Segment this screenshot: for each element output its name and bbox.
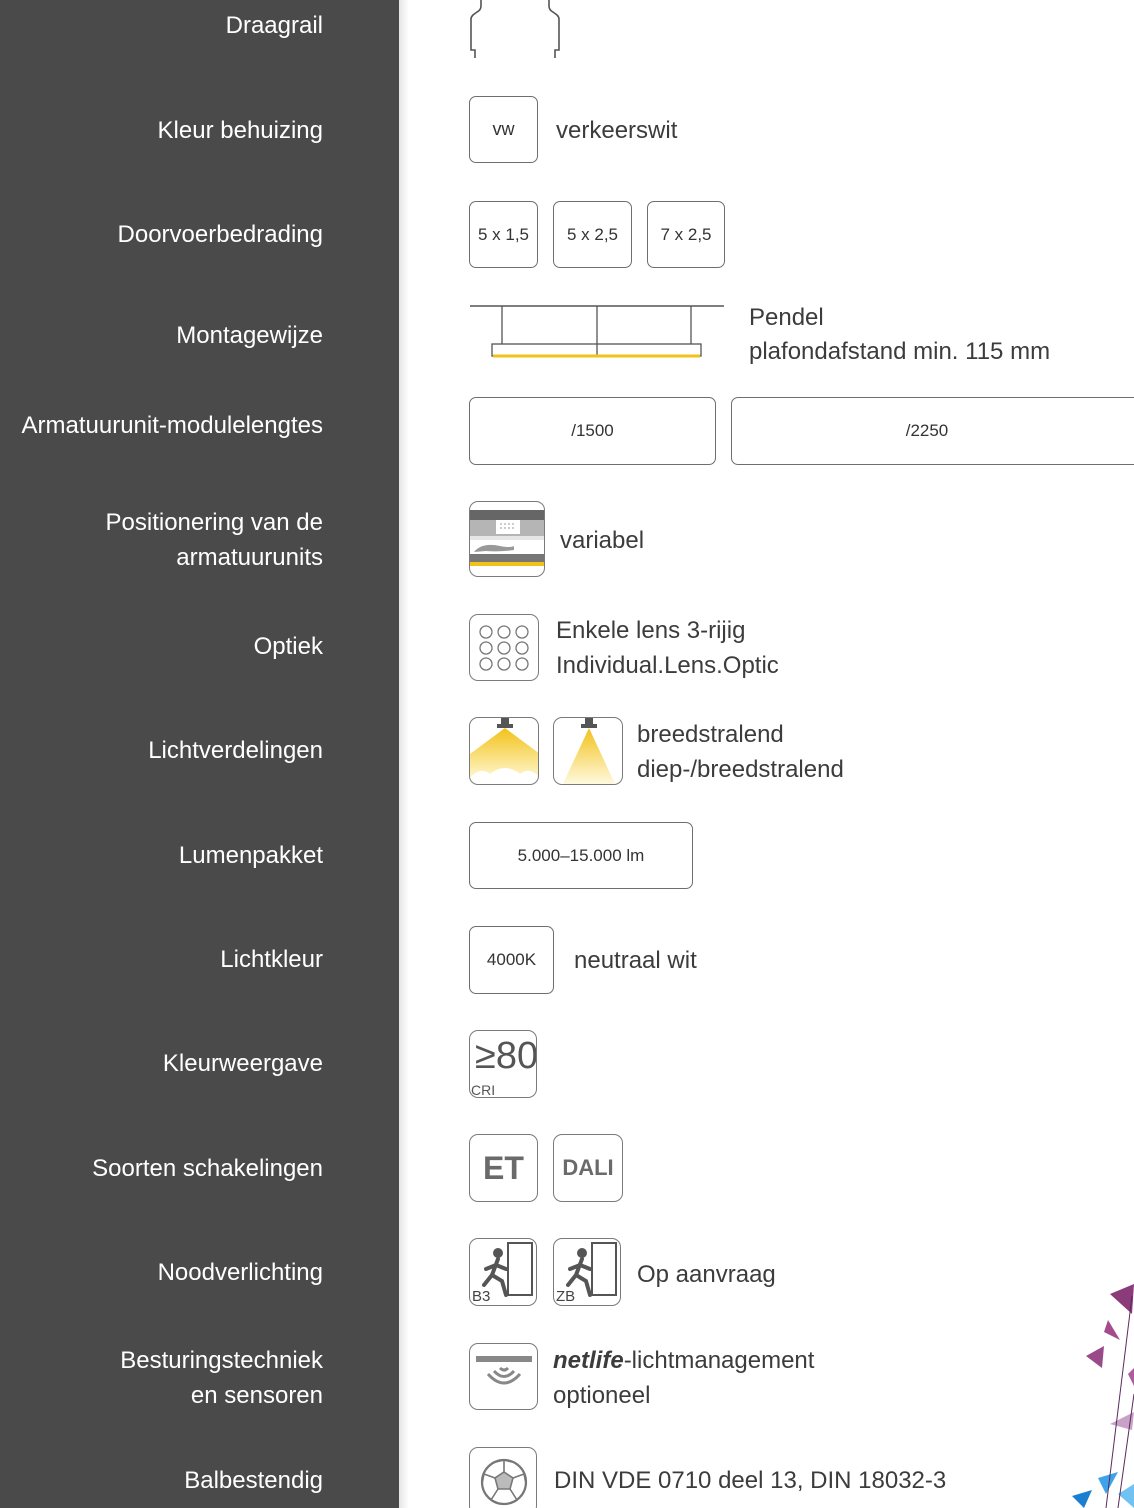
control-line1: netlife-lichtmanagement: [553, 1343, 814, 1378]
control-line2: optioneel: [553, 1382, 651, 1409]
distribution-line2: diep-/breedstralend: [637, 756, 844, 783]
lumen-range: 5.000–15.000 lm: [469, 822, 693, 889]
emergency-label-b3: B3: [472, 1288, 491, 1305]
wiring-option: 5 x 1,5: [469, 201, 538, 268]
wiring-option-label: 7 x 2,5: [660, 224, 712, 244]
wiring-option: 5 x 2,5: [553, 201, 632, 268]
module-length-option: /1500: [469, 397, 716, 465]
lens-grid-icon: [469, 614, 539, 681]
wiring-option-label: 5 x 2,5: [566, 224, 619, 244]
control-line1-suffix: -lichtmanagement: [623, 1347, 815, 1374]
distribution-line1: breedstralend: [637, 721, 784, 748]
housing-color-code-text: vw: [492, 119, 515, 139]
positioning-value: variabel: [560, 527, 645, 554]
housing-color-code: vw: [469, 96, 538, 163]
module-length-label: /1500: [571, 421, 614, 440]
light-color-code: 4000K: [469, 926, 554, 994]
pendant-mounting-icon: [468, 303, 726, 359]
deep-wide-beam-icon: [553, 717, 623, 785]
wiring-option-label: 5 x 1,5: [477, 224, 530, 244]
mounting-line2: plafondafstand min. 115 mm: [749, 338, 1051, 365]
spec-content: vw verkeerswit 5 x 1,5 5 x 2,5 7 x 2,5 P…: [0, 0, 1134, 1508]
module-length-label: /2250: [905, 421, 949, 440]
decorative-triangles: [1070, 1284, 1134, 1508]
switching-et-badge: ET: [469, 1134, 538, 1202]
wide-beam-icon: [469, 717, 539, 785]
switching-dali-badge: DALI: [553, 1134, 623, 1202]
emergency-exit-b3-icon: B3: [469, 1238, 537, 1306]
lumen-range-label: 5.000–15.000 lm: [517, 845, 645, 865]
mounting-line1: Pendel: [749, 304, 824, 331]
optic-line1: Enkele lens 3-rijig: [556, 617, 746, 644]
cri-badge: ≥80 CRI: [469, 1030, 537, 1098]
optic-line2: Individual.Lens.Optic: [556, 652, 779, 679]
emergency-label-zb: ZB: [556, 1288, 576, 1305]
control-brand: netlife: [553, 1347, 624, 1374]
cri-label: CRI: [471, 1082, 496, 1098]
rail-profile-icon: [465, 0, 565, 60]
switching-dali-label: DALI: [562, 1155, 614, 1180]
light-color-code-text: 4000K: [486, 950, 537, 969]
ball-proof-text: DIN VDE 0710 deel 13, DIN 18032-3: [554, 1467, 947, 1494]
housing-color-name: verkeerswit: [556, 117, 678, 144]
emergency-text: Op aanvraag: [637, 1261, 776, 1288]
wiring-option: 7 x 2,5: [647, 201, 725, 268]
ball-proof-icon: [469, 1447, 537, 1508]
module-length-option: /2250: [731, 397, 1134, 465]
cri-value: ≥80: [475, 1035, 537, 1077]
sensor-icon: [469, 1343, 538, 1410]
light-color-name: neutraal wit: [574, 947, 697, 974]
emergency-exit-zb-icon: ZB: [553, 1238, 621, 1306]
variable-positioning-icon: [469, 501, 545, 577]
switching-et-label: ET: [483, 1149, 524, 1186]
